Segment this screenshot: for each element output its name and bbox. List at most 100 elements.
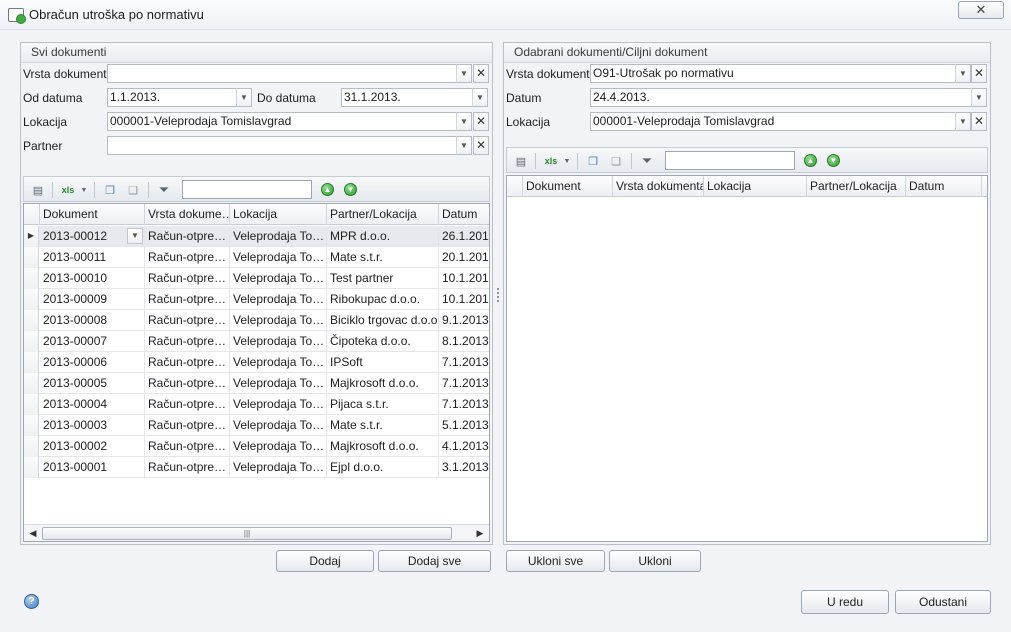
copy-icon[interactable]: ❐	[101, 181, 119, 199]
row-indicator[interactable]	[24, 310, 39, 331]
dodaj-sve-button[interactable]: Dodaj sve	[378, 550, 491, 572]
do-datuma-dropdown-button[interactable]: ▼	[472, 88, 488, 107]
app-icon	[8, 8, 26, 24]
row-indicator[interactable]	[24, 457, 39, 478]
datum-dropdown-button[interactable]: ▼	[971, 88, 987, 107]
table-row[interactable]: 2013-00009 Račun-otpre… Veleprodaja To… Rib…	[24, 289, 489, 310]
cell-dropdown-button[interactable]: ▼	[127, 228, 143, 244]
column-header[interactable]: Datum	[439, 204, 489, 225]
ukloni-button[interactable]: Ukloni	[609, 550, 701, 572]
vrsta-input[interactable]	[107, 64, 457, 83]
od-datuma-dropdown-button[interactable]: ▼	[236, 88, 252, 107]
table-row[interactable]: 2013-00004 Račun-otpre… Veleprodaja To… Pij…	[24, 394, 489, 415]
scroll-right-icon[interactable]: ▶	[474, 527, 486, 540]
lokacija-clear-button[interactable]: ✕	[473, 112, 489, 131]
left-search-input[interactable]	[182, 180, 312, 199]
right-lokacija-dropdown-button[interactable]: ▼	[955, 112, 971, 131]
help-icon[interactable]: ?	[24, 594, 39, 609]
cancel-button[interactable]: Odustani	[895, 590, 991, 614]
column-header[interactable]: Dokument	[40, 204, 145, 225]
table-cell: Veleprodaja To…	[230, 373, 327, 394]
table-row[interactable]: 2013-00002 Račun-otpre… Veleprodaja To… Maj…	[24, 436, 489, 457]
table-cell: 4.1.2013.	[442, 439, 490, 453]
filter-icon[interactable]: ⏷	[155, 181, 173, 199]
arrow-down-icon[interactable]: ▼	[344, 183, 357, 196]
right-vrsta-input[interactable]: O91-Utrošak po normativu	[590, 64, 956, 83]
right-lokacija-input[interactable]: 000001-Veleprodaja Tomislavgrad	[590, 112, 956, 131]
table-cell: Račun-otpre…	[145, 310, 230, 331]
table-row[interactable]: 2013-00010 Račun-otpre… Veleprodaja To… Tes…	[24, 268, 489, 289]
chevron-down-icon[interactable]: ▼	[562, 152, 572, 170]
right-vrsta-clear-button[interactable]: ✕	[971, 64, 987, 83]
do-datuma-input[interactable]: 31.1.2013.	[341, 88, 473, 107]
arrow-up-icon[interactable]: ▲	[804, 154, 817, 167]
column-header[interactable]: Dokument	[523, 176, 613, 197]
table-row[interactable]: 2013-00006 Račun-otpre… Veleprodaja To… IPS…	[24, 352, 489, 373]
table-row[interactable]: 2013-00001 Račun-otpre… Veleprodaja To… Ejp…	[24, 457, 489, 478]
table-cell: 9.1.2013.	[442, 313, 490, 327]
grid-icon[interactable]: ▤	[29, 181, 47, 199]
row-indicator[interactable]	[24, 289, 39, 310]
row-indicator[interactable]	[24, 394, 39, 415]
row-indicator[interactable]	[24, 331, 39, 352]
vrsta-dropdown-button[interactable]: ▼	[456, 64, 472, 83]
row-indicator[interactable]	[24, 247, 39, 268]
row-indicator[interactable]	[24, 352, 39, 373]
lokacija-input[interactable]: 000001-Veleprodaja Tomislavgrad	[107, 112, 457, 131]
table-row[interactable]: ▶ 2013-00012 Račun-otpre… Veleprodaja To… MP…	[24, 226, 489, 247]
column-header[interactable]: Lokacija	[704, 176, 807, 197]
excel-export-icon[interactable]: xls	[542, 152, 560, 170]
arrow-up-icon[interactable]: ▲	[321, 183, 334, 196]
window-title: Obračun utroška po normativu	[29, 7, 204, 22]
grid-icon[interactable]: ▤	[512, 152, 530, 170]
partner-clear-button[interactable]: ✕	[473, 136, 489, 155]
copy-icon[interactable]: ❐	[584, 152, 602, 170]
column-header[interactable]: Partner/Lokacija	[327, 204, 439, 225]
datum-input[interactable]: 24.4.2013.	[590, 88, 972, 107]
table-cell: Račun-otpre…	[145, 331, 230, 352]
scroll-left-icon[interactable]: ◀	[27, 527, 39, 540]
ok-button[interactable]: U redu	[801, 590, 889, 614]
table-cell: Biciklo trgovac d.o.o.	[327, 310, 439, 331]
table-row[interactable]: 2013-00005 Račun-otpre… Veleprodaja To… Maj…	[24, 373, 489, 394]
column-header[interactable]: Vrsta dokume…	[145, 204, 230, 225]
row-indicator[interactable]: ▶	[24, 226, 39, 247]
table-cell: 8.1.2013.	[442, 334, 490, 348]
table-row[interactable]: 2013-00011 Račun-otpre… Veleprodaja To… Mat…	[24, 247, 489, 268]
table-cell: Račun-otpre…	[145, 436, 230, 457]
partner-label: Partner	[23, 139, 63, 153]
chevron-down-icon[interactable]: ▼	[79, 181, 89, 199]
close-button[interactable]: ✕	[958, 1, 1004, 19]
od-datuma-input[interactable]: 1.1.2013.	[107, 88, 237, 107]
right-search-input[interactable]	[665, 151, 795, 170]
paste-icon[interactable]: ❏	[607, 152, 625, 170]
column-header[interactable]: Partner/Lokacija	[807, 176, 906, 197]
right-vrsta-label: Vrsta dokumenta	[506, 67, 597, 81]
table-row[interactable]: 2013-00003 Račun-otpre… Veleprodaja To… Mat…	[24, 415, 489, 436]
paste-icon[interactable]: ❏	[124, 181, 142, 199]
right-lokacija-clear-button[interactable]: ✕	[971, 112, 987, 131]
column-header[interactable]: Lokacija	[230, 204, 327, 225]
right-vrsta-dropdown-button[interactable]: ▼	[955, 64, 971, 83]
partner-input[interactable]	[107, 136, 457, 155]
table-row[interactable]: 2013-00007 Račun-otpre… Veleprodaja To… Čip…	[24, 331, 489, 352]
scroll-thumb[interactable]: |||	[42, 527, 452, 540]
filter-icon[interactable]: ⏷	[638, 152, 656, 170]
table-row[interactable]: 2013-00008 Račun-otpre… Veleprodaja To… Bic…	[24, 310, 489, 331]
vrsta-clear-button[interactable]: ✕	[473, 64, 489, 83]
splitter-handle[interactable]	[497, 286, 500, 302]
dodaj-button[interactable]: Dodaj	[276, 550, 374, 572]
partner-dropdown-button[interactable]: ▼	[456, 136, 472, 155]
row-indicator[interactable]	[24, 373, 39, 394]
column-header[interactable]: Vrsta dokumenta	[613, 176, 704, 197]
row-indicator[interactable]	[24, 268, 39, 289]
arrow-down-icon[interactable]: ▼	[827, 154, 840, 167]
column-header[interactable]: Datum	[906, 176, 982, 197]
row-indicator[interactable]	[24, 415, 39, 436]
ukloni-sve-button[interactable]: Ukloni sve	[506, 550, 605, 572]
title-bar: Obračun utroška po normativu ✕	[0, 0, 1011, 30]
horizontal-scrollbar[interactable]: ◀ ||| ▶	[24, 524, 489, 541]
excel-export-icon[interactable]: xls	[59, 181, 77, 199]
lokacija-dropdown-button[interactable]: ▼	[456, 112, 472, 131]
row-indicator[interactable]	[24, 436, 39, 457]
